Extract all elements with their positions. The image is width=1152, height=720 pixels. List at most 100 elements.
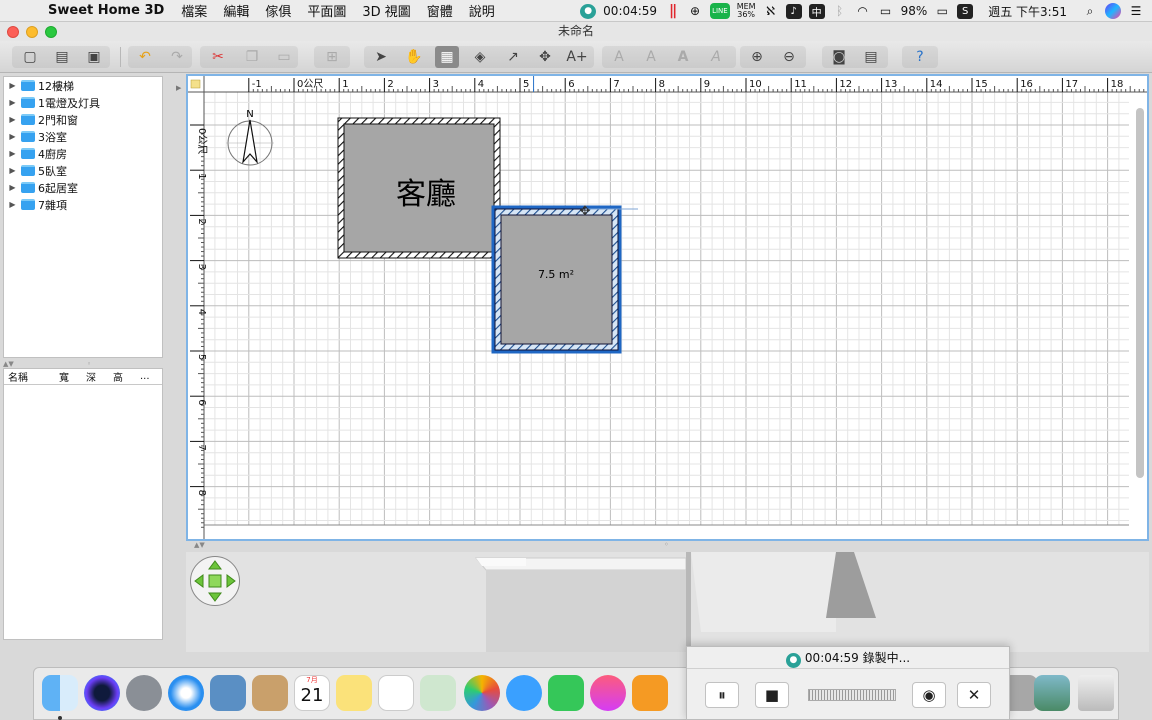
create-rooms-icon[interactable]: ◈ — [468, 46, 492, 68]
disclosure-triangle-icon[interactable]: ▶ — [4, 115, 21, 124]
copy-icon[interactable]: ❐ — [240, 46, 264, 68]
add-furniture-icon[interactable]: ⊞ — [320, 46, 344, 68]
cut-icon[interactable]: ✂ — [206, 46, 230, 68]
column-width[interactable]: 寬 — [59, 369, 86, 384]
notification-center-icon[interactable]: ☰ — [1128, 3, 1144, 19]
catalog-category[interactable]: ▶ 5臥室 — [4, 162, 162, 179]
finder-icon[interactable] — [42, 675, 78, 711]
zoom-out-icon[interactable]: ⊖ — [777, 46, 801, 68]
disclosure-triangle-icon[interactable]: ▶ — [4, 149, 21, 158]
text-smaller-icon[interactable]: A — [639, 46, 663, 68]
redo-icon[interactable]: ↷ — [165, 46, 189, 68]
screen-recorder-icon[interactable]: ● — [580, 3, 597, 19]
help-icon[interactable]: ? — [908, 46, 932, 68]
disclosure-triangle-icon[interactable]: ▶ — [4, 98, 21, 107]
menu-window[interactable]: 窗體 — [419, 1, 461, 20]
trash-icon[interactable] — [1078, 675, 1114, 711]
window-minimize-button[interactable] — [26, 26, 38, 38]
mail-icon[interactable] — [210, 675, 246, 711]
menu-extra-icon[interactable]: S — [957, 3, 974, 19]
messages-icon[interactable] — [506, 675, 542, 711]
left-panel-splitter[interactable]: ▲▼ ◦ — [3, 360, 163, 368]
catalog-category[interactable]: ▶ 4廚房 — [4, 145, 162, 162]
text-italic-icon[interactable]: A — [704, 46, 728, 68]
open-home-icon[interactable]: ▤ — [50, 46, 74, 68]
catalog-category[interactable]: ▶ 1電燈及灯具 — [4, 94, 162, 111]
itunes-icon[interactable] — [590, 675, 626, 711]
recording-pause-icon[interactable]: || — [664, 3, 680, 19]
bluetooth-icon[interactable]: ᛒ — [832, 3, 848, 19]
memory-indicator[interactable]: MEM 36% — [737, 3, 756, 19]
menu-3d-view[interactable]: 3D 視圖 — [354, 1, 418, 20]
column-more[interactable]: ... — [140, 371, 160, 382]
wifi-icon[interactable]: ◠ — [855, 3, 871, 19]
column-name[interactable]: 名稱 — [4, 369, 59, 384]
column-depth[interactable]: 深 — [86, 369, 113, 384]
safari-icon[interactable] — [168, 675, 204, 711]
recorder-camera-button[interactable]: ◉ — [912, 682, 946, 708]
menu-help[interactable]: 說明 — [461, 1, 503, 20]
recorder-close-button[interactable]: ✕ — [957, 682, 991, 708]
photos-icon[interactable] — [464, 675, 500, 711]
living-room-name[interactable]: 客廳 — [396, 177, 456, 212]
launchpad-icon[interactable] — [126, 675, 162, 711]
save-home-icon[interactable]: ▣ — [82, 46, 106, 68]
create-dimensions-icon[interactable]: ✥ — [533, 46, 557, 68]
catalog-category[interactable]: ▶ 12樓梯 — [4, 77, 162, 94]
menu-plan[interactable]: 平面圖 — [299, 1, 354, 20]
home-furniture-table[interactable]: 名稱 寬 深 高 ... — [3, 368, 163, 640]
collapse-arrow-icon[interactable]: ▶ — [176, 84, 181, 92]
select-mode-icon[interactable]: ➤ — [369, 46, 393, 68]
globe-grid-icon[interactable]: ⊕ — [687, 3, 703, 19]
zoom-in-icon[interactable]: ⊕ — [745, 46, 769, 68]
create-video-icon[interactable]: ▤ — [859, 46, 883, 68]
column-height[interactable]: 高 — [113, 369, 140, 384]
window-zoom-button[interactable] — [45, 26, 57, 38]
undo-icon[interactable]: ↶ — [133, 46, 157, 68]
disclosure-triangle-icon[interactable]: ▶ — [4, 132, 21, 141]
clock[interactable]: 週五 下午3:51 — [988, 3, 1067, 20]
recorder-stop-button[interactable]: ■ — [755, 682, 789, 708]
siri-icon[interactable] — [1105, 3, 1121, 19]
menu-edit[interactable]: 編輯 — [215, 1, 257, 20]
catalog-category[interactable]: ▶ 7雜項 — [4, 196, 162, 213]
create-photo-icon[interactable]: ◙ — [827, 46, 851, 68]
calendar-icon[interactable]: 7月 21 — [294, 675, 330, 711]
catalog-category[interactable]: ▶ 6起居室 — [4, 179, 162, 196]
siri-dock-icon[interactable] — [84, 675, 120, 711]
add-text-icon[interactable]: A+ — [565, 46, 589, 68]
keychain-icon[interactable]: ℵ — [763, 3, 779, 19]
text-bigger-icon[interactable]: A — [607, 46, 631, 68]
3d-view[interactable] — [186, 552, 1149, 652]
plan-view[interactable]: 客廳 7.5 m² ✥ N -1 0公尺 1 2 3 4 5 6 7 8 9 10 11 12 13 14 15… — [186, 74, 1149, 541]
line-app-icon[interactable]: LINE — [710, 3, 730, 19]
recorder-pause-button[interactable]: ⏸ — [705, 682, 739, 708]
paste-icon[interactable]: ▭ — [272, 46, 296, 68]
plan-vertical-scrollbar[interactable] — [1136, 108, 1144, 478]
disclosure-triangle-icon[interactable]: ▶ — [4, 183, 21, 192]
catalog-category[interactable]: ▶ 3浴室 — [4, 128, 162, 145]
contacts-icon[interactable] — [252, 675, 288, 711]
input-method-icon[interactable]: 中 — [808, 3, 825, 19]
disclosure-triangle-icon[interactable]: ▶ — [4, 200, 21, 209]
plan-3d-splitter[interactable]: ▲▼ ◦ — [186, 540, 1149, 552]
notes-icon[interactable] — [336, 675, 372, 711]
navigation-arrows-icon[interactable] — [191, 557, 239, 605]
create-polylines-icon[interactable]: ↗ — [501, 46, 525, 68]
disclosure-triangle-icon[interactable]: ▶ — [4, 81, 21, 90]
reminders-icon[interactable] — [378, 675, 414, 711]
create-walls-icon[interactable]: ▦ — [435, 46, 459, 68]
app-menu[interactable]: Sweet Home 3D — [40, 3, 173, 18]
plan-canvas[interactable]: 客廳 7.5 m² ✥ N -1 0公尺 1 2 3 4 5 6 7 8 9 10 11 12 13 14 15… — [188, 76, 1147, 539]
disclosure-triangle-icon[interactable]: ▶ — [4, 166, 21, 175]
room-2-area[interactable]: 7.5 m² — [538, 268, 574, 281]
facetime-icon[interactable] — [548, 675, 584, 711]
ibooks-icon[interactable] — [632, 675, 668, 711]
spotlight-search-icon[interactable]: ⌕ — [1082, 3, 1098, 19]
menu-furniture[interactable]: 傢俱 — [257, 1, 299, 20]
preview-icon[interactable] — [420, 675, 456, 711]
battery-icon[interactable]: ▭ — [934, 3, 950, 19]
window-close-button[interactable] — [7, 26, 19, 38]
text-bold-icon[interactable]: A — [671, 46, 695, 68]
furniture-catalog-tree[interactable]: ▶ 12樓梯 ▶ 1電燈及灯具 ▶ 2門和窗 ▶ 3浴室 ▶ 4廚房 ▶ 5臥室 ▶ 6起居室… — [3, 76, 163, 358]
